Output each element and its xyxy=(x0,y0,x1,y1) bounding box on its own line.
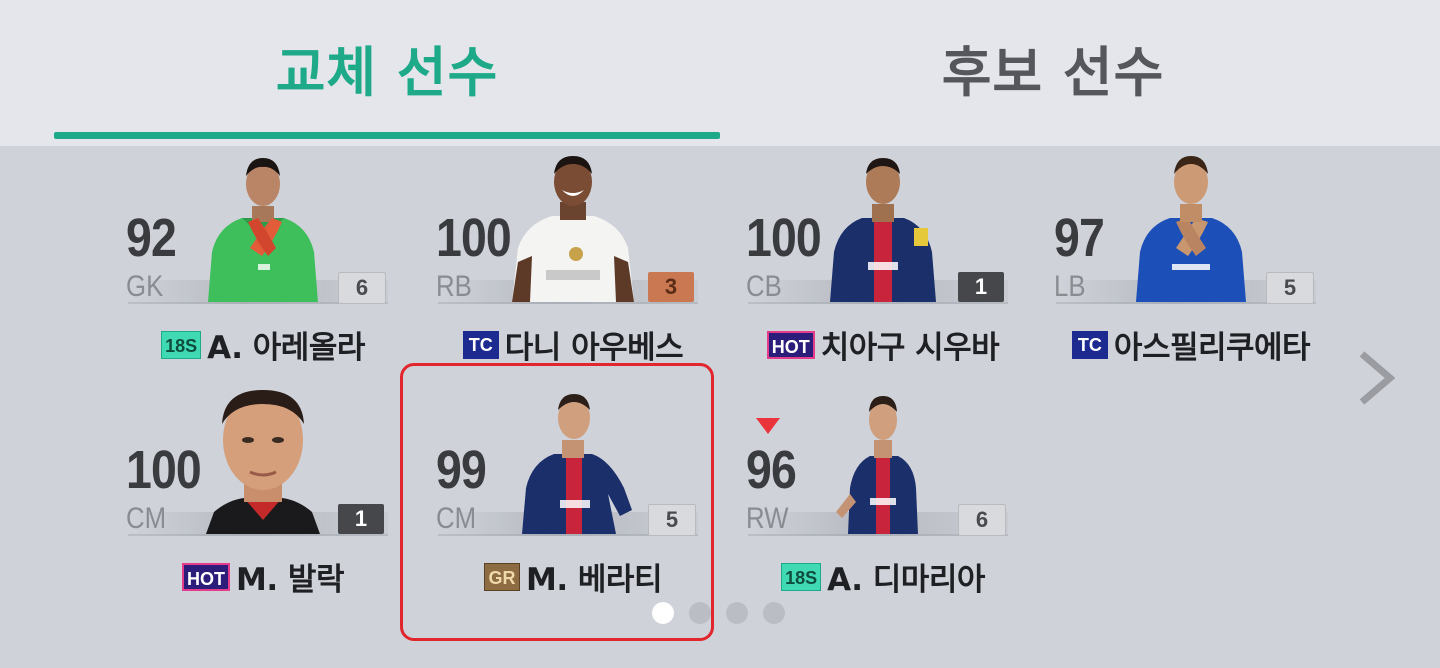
player-name: A. 아레올라 xyxy=(207,330,365,366)
season-badge: 18S xyxy=(161,330,202,359)
player-name-row: 18S A. 디마리아 xyxy=(728,554,1038,598)
season-badge: HOT xyxy=(766,330,815,359)
player-name: M. 발락 xyxy=(236,562,344,598)
upgrade-level-badge: 5 xyxy=(1266,272,1314,304)
tab-substitutes[interactable]: 교체 선수 xyxy=(54,38,720,108)
player-card-ballack[interactable]: 100 CM 1 HOT M. 발락 xyxy=(108,384,418,606)
season-badge: TC xyxy=(462,330,499,359)
player-photo xyxy=(1136,156,1246,302)
player-name: 치아구 시우바 xyxy=(820,330,1000,366)
chevron-right-icon[interactable] xyxy=(1352,350,1400,406)
upgrade-level-badge: 1 xyxy=(958,272,1004,302)
selected-card-highlight xyxy=(400,363,714,641)
player-name-row: TC 아스필리쿠에타 xyxy=(1036,322,1346,366)
player-photo xyxy=(206,390,320,534)
player-card-azpilicueta[interactable]: 97 LB 5 TC 아스필리쿠에타 xyxy=(1036,152,1346,374)
upgrade-level-badge: 6 xyxy=(338,272,386,304)
player-card-areola[interactable]: 92 GK 6 18S A. 아레올라 xyxy=(108,152,418,374)
page-dot[interactable] xyxy=(689,602,711,624)
season-badge: 18S xyxy=(781,562,822,591)
player-photo xyxy=(512,156,634,302)
season-badge: TC xyxy=(1071,330,1108,359)
season-badge: HOT xyxy=(182,562,231,591)
player-position: LB xyxy=(1054,270,1086,303)
player-name: 아스필리쿠에타 xyxy=(1113,330,1311,366)
player-overall: 97 xyxy=(1054,208,1105,268)
player-name-row: 18S A. 아레올라 xyxy=(108,322,418,366)
player-overall: 100 xyxy=(126,440,202,500)
page-dot[interactable] xyxy=(763,602,785,624)
page-dot[interactable] xyxy=(726,602,748,624)
player-photo xyxy=(836,396,918,534)
player-photo xyxy=(208,158,318,302)
player-card-alves[interactable]: 100 RB 3 TC 다니 아우베스 xyxy=(418,152,728,374)
player-overall: 100 xyxy=(436,208,512,268)
page-dot[interactable] xyxy=(652,602,674,624)
player-overall: 96 xyxy=(746,440,797,500)
player-name: A. 디마리아 xyxy=(827,562,985,598)
triangle-down-icon xyxy=(756,418,780,434)
player-name: 다니 아우베스 xyxy=(504,330,684,366)
player-position: CB xyxy=(746,270,782,303)
tab-bar: 교체 선수 후보 선수 xyxy=(0,0,1440,146)
player-photo xyxy=(830,158,936,302)
active-tab-indicator xyxy=(54,132,720,139)
player-position: RW xyxy=(746,502,789,535)
player-name-row: TC 다니 아우베스 xyxy=(418,322,728,366)
player-position: CM xyxy=(126,502,167,535)
upgrade-level-badge: 1 xyxy=(338,504,384,534)
player-name-row: HOT M. 발락 xyxy=(108,554,418,598)
upgrade-level-badge: 3 xyxy=(648,272,694,302)
upgrade-level-badge: 6 xyxy=(958,504,1006,536)
player-card-thiago-silva[interactable]: 100 CB 1 HOT 치아구 시우바 xyxy=(728,152,1038,374)
player-position: GK xyxy=(126,270,164,303)
player-overall: 92 xyxy=(126,208,177,268)
player-position: RB xyxy=(436,270,472,303)
player-name-row: HOT 치아구 시우바 xyxy=(728,322,1038,366)
tab-candidates[interactable]: 후보 선수 xyxy=(720,38,1386,108)
player-overall: 100 xyxy=(746,208,822,268)
